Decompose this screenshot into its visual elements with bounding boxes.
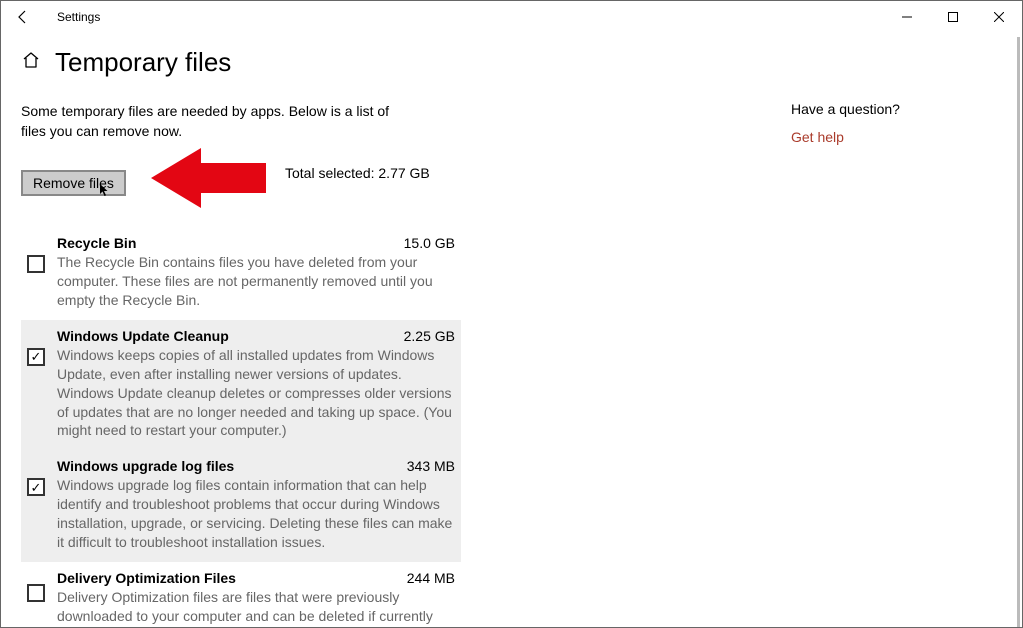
item-description: Delivery Optimization files are files th… xyxy=(57,588,455,627)
item-size: 244 MB xyxy=(407,570,455,586)
list-item[interactable]: Delivery Optimization Files 244 MB Deliv… xyxy=(21,562,461,627)
item-description: The Recycle Bin contains files you have … xyxy=(57,253,455,310)
item-description: Windows keeps copies of all installed up… xyxy=(57,346,455,440)
help-sidebar: Have a question? Get help xyxy=(791,101,991,145)
annotation-arrow-icon xyxy=(151,143,271,216)
back-button[interactable] xyxy=(1,1,45,33)
home-icon[interactable] xyxy=(21,50,41,75)
scrollbar[interactable] xyxy=(1017,37,1020,627)
help-heading: Have a question? xyxy=(791,101,991,117)
maximize-button[interactable] xyxy=(930,1,976,33)
checkbox[interactable]: ✓ xyxy=(27,478,45,496)
list-item[interactable]: ✓ Windows Update Cleanup 2.25 GB Windows… xyxy=(21,320,461,450)
intro-text: Some temporary files are needed by apps.… xyxy=(21,102,401,141)
item-name: Recycle Bin xyxy=(57,235,136,251)
item-size: 15.0 GB xyxy=(404,235,455,251)
file-categories-list: Recycle Bin 15.0 GB The Recycle Bin cont… xyxy=(21,227,461,627)
window-controls xyxy=(884,1,1022,33)
minimize-button[interactable] xyxy=(884,1,930,33)
checkbox[interactable] xyxy=(27,584,45,602)
window-title: Settings xyxy=(57,10,100,24)
item-size: 343 MB xyxy=(407,458,455,474)
get-help-link[interactable]: Get help xyxy=(791,129,991,145)
close-button[interactable] xyxy=(976,1,1022,33)
item-name: Delivery Optimization Files xyxy=(57,570,236,586)
item-description: Windows upgrade log files contain inform… xyxy=(57,476,455,552)
list-item[interactable]: Recycle Bin 15.0 GB The Recycle Bin cont… xyxy=(21,227,461,320)
checkbox[interactable] xyxy=(27,255,45,273)
item-name: Windows upgrade log files xyxy=(57,458,234,474)
total-selected: Total selected: 2.77 GB xyxy=(285,165,430,181)
page-header: Temporary files xyxy=(21,47,1002,78)
total-selected-value: 2.77 GB xyxy=(378,165,429,181)
remove-files-button[interactable]: Remove files xyxy=(21,170,126,196)
content-area: Temporary files Some temporary files are… xyxy=(1,33,1022,627)
main-column: Some temporary files are needed by apps.… xyxy=(21,102,461,627)
page-title: Temporary files xyxy=(55,47,231,78)
total-selected-label: Total selected: xyxy=(285,165,375,181)
action-row: Remove files Total selected: 2.77 GB xyxy=(21,161,461,205)
checkbox[interactable]: ✓ xyxy=(27,348,45,366)
item-name: Windows Update Cleanup xyxy=(57,328,229,344)
titlebar: Settings xyxy=(1,1,1022,33)
list-item[interactable]: ✓ Windows upgrade log files 343 MB Windo… xyxy=(21,450,461,562)
item-size: 2.25 GB xyxy=(404,328,455,344)
